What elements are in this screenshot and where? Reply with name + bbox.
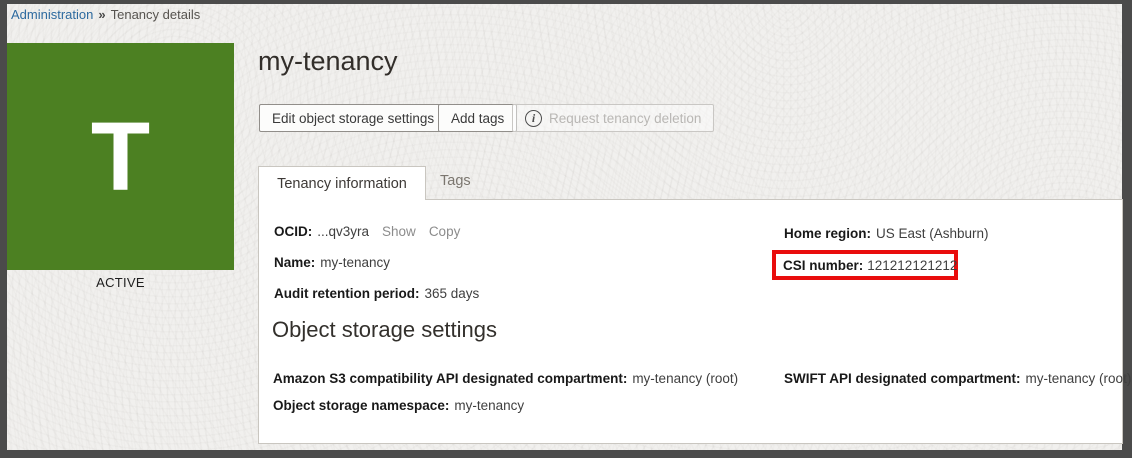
tenancy-avatar: T [7, 43, 234, 270]
csi-number-label: CSI number: [783, 258, 863, 273]
csi-number-value: 121212121212 [867, 258, 957, 273]
field-audit-retention: Audit retention period: 365 days [274, 286, 479, 301]
name-value: my-tenancy [320, 255, 390, 270]
name-label: Name: [274, 255, 315, 270]
page-title: my-tenancy [258, 46, 398, 77]
home-region-label: Home region: [784, 226, 871, 241]
tab-tags[interactable]: Tags [440, 173, 471, 189]
tab-tenancy-information[interactable]: Tenancy information [258, 166, 426, 200]
field-name: Name: my-tenancy [274, 255, 390, 270]
request-tenancy-deletion-label: Request tenancy deletion [549, 111, 701, 126]
swift-compartment-value: my-tenancy (root) [1026, 371, 1132, 386]
breadcrumb-link-administration[interactable]: Administration [11, 7, 93, 22]
audit-retention-label: Audit retention period: [274, 286, 420, 301]
namespace-label: Object storage namespace: [273, 398, 449, 413]
field-ocid: OCID: ...qv3yra Show Copy [274, 224, 460, 239]
field-s3-compartment: Amazon S3 compatibility API designated c… [273, 371, 738, 386]
edit-object-storage-button[interactable]: Edit object storage settings [259, 104, 447, 132]
tenancy-details-page: Administration»Tenancy details T ACTIVE … [0, 0, 1132, 458]
namespace-value: my-tenancy [454, 398, 524, 413]
status-label: ACTIVE [7, 275, 234, 290]
csi-highlight-box: CSI number: 121212121212 [772, 250, 958, 280]
field-swift-compartment: SWIFT API designated compartment: my-tena… [784, 371, 1131, 386]
s3-compartment-label: Amazon S3 compatibility API designated c… [273, 371, 627, 386]
field-namespace: Object storage namespace: my-tenancy [273, 398, 524, 413]
breadcrumb: Administration » Tenancy details [11, 7, 200, 22]
copy-link[interactable]: Copy [429, 224, 461, 239]
request-tenancy-deletion-button: i Request tenancy deletion [512, 104, 714, 132]
info-icon[interactable]: i [525, 110, 542, 127]
s3-compartment-value: my-tenancy (root) [632, 371, 738, 386]
breadcrumb-separator: » [98, 7, 105, 22]
show-link[interactable]: Show [382, 224, 416, 239]
field-home-region: Home region: US East (Ashburn) [784, 226, 989, 241]
audit-retention-value: 365 days [425, 286, 480, 301]
add-tags-button[interactable]: Add tags [438, 104, 517, 132]
ocid-value: ...qv3yra [317, 224, 369, 239]
ocid-label: OCID: [274, 224, 312, 239]
home-region-value: US East (Ashburn) [876, 226, 989, 241]
swift-compartment-label: SWIFT API designated compartment: [784, 371, 1021, 386]
avatar-letter: T [91, 108, 150, 205]
breadcrumb-current: Tenancy details [111, 7, 201, 22]
object-storage-heading: Object storage settings [272, 317, 497, 343]
